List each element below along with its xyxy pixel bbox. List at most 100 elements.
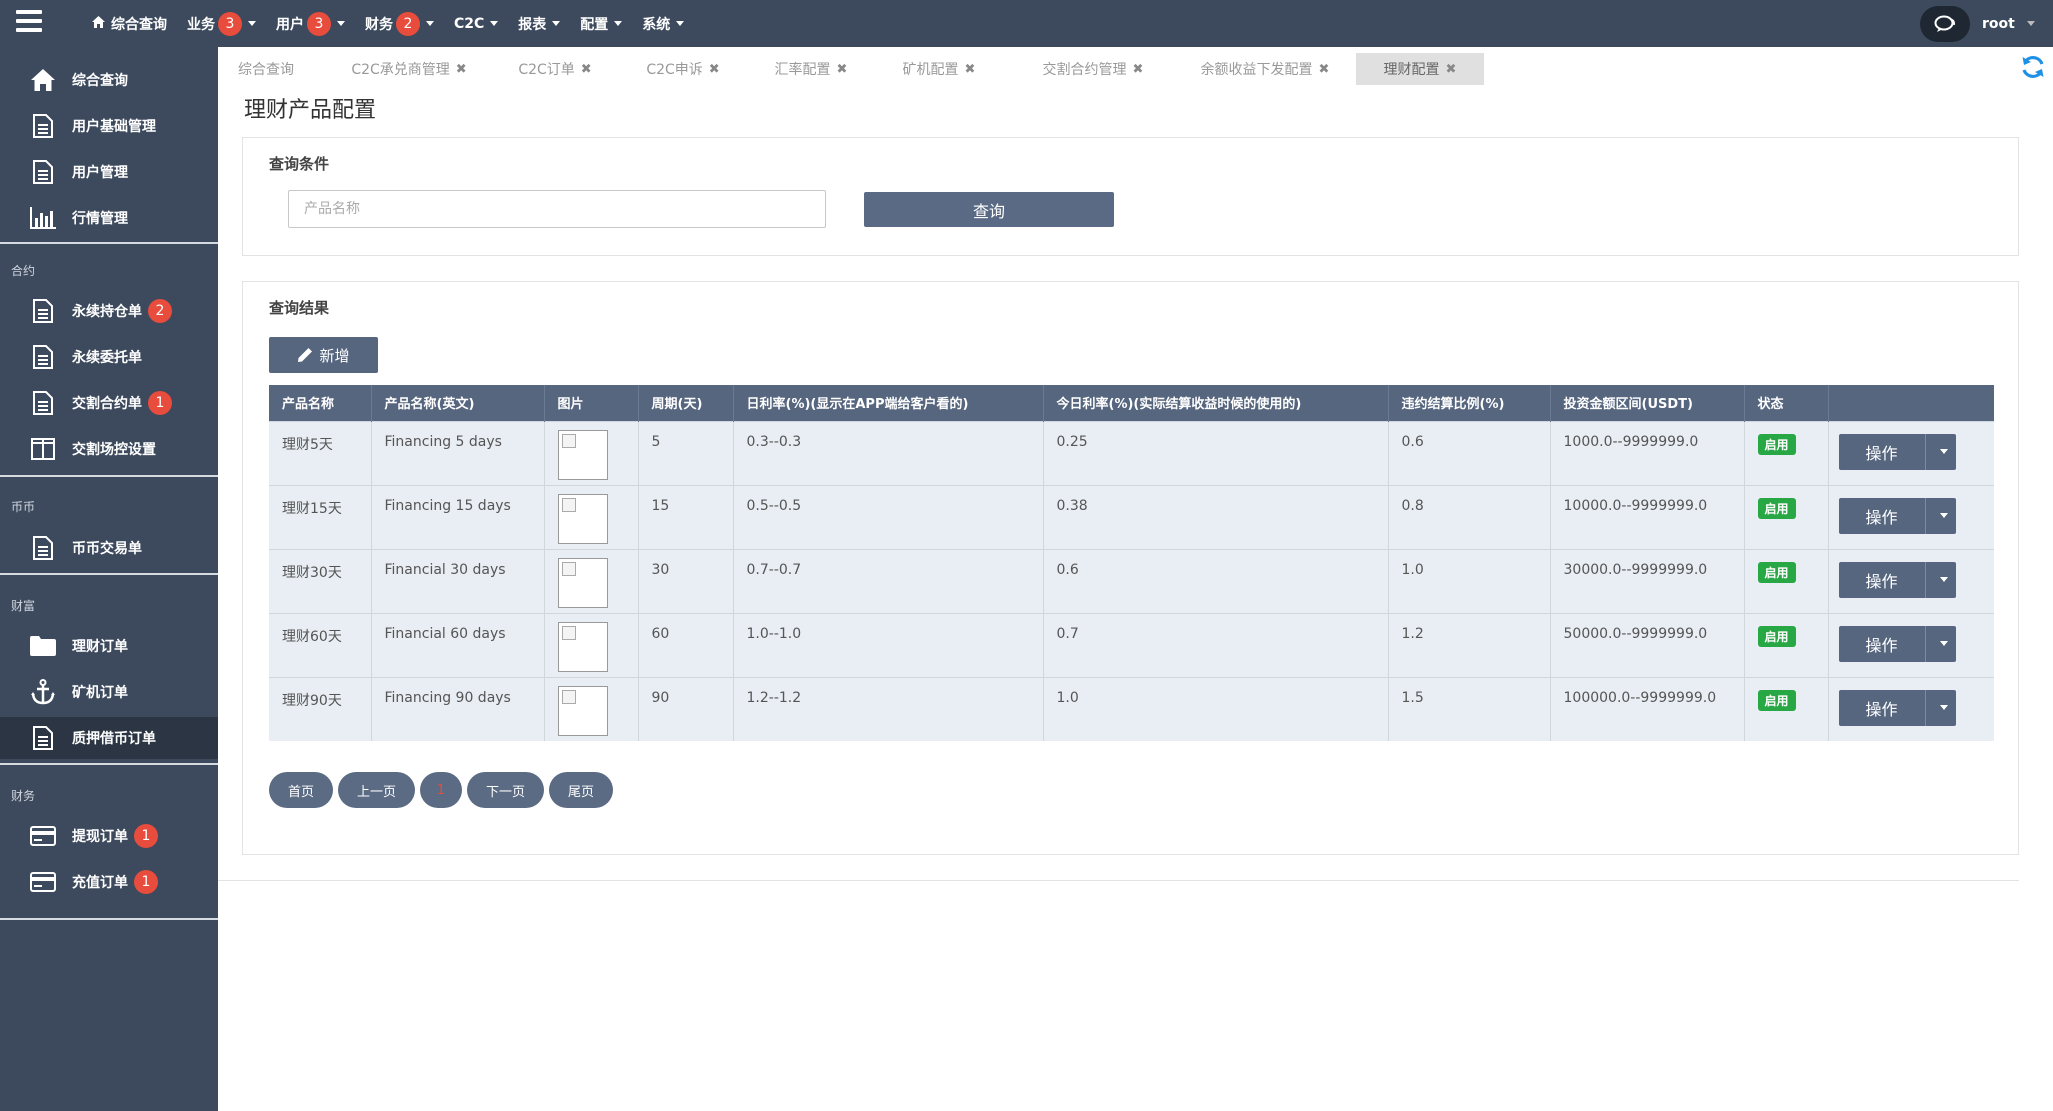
column-header[interactable]: 状态 (1744, 385, 1829, 421)
action-dropdown-toggle[interactable] (1924, 497, 1956, 534)
credit-card-icon (30, 823, 56, 849)
broken-image-icon[interactable] (557, 557, 608, 608)
refresh-icon[interactable] (2020, 54, 2046, 80)
cell-cycle: 90 (638, 676, 734, 741)
sidebar-item-miner-orders[interactable]: 矿机订单 (0, 671, 218, 713)
tab-delivery-contracts[interactable]: 交割合约管理 ✖ (1032, 53, 1154, 85)
menu-toggle-icon[interactable] (16, 10, 42, 32)
close-icon[interactable]: ✖ (1446, 62, 1457, 77)
broken-image-icon[interactable] (557, 685, 608, 736)
sidebar-item-delivery-settings[interactable]: 交割场控设置 (0, 428, 218, 470)
action-button[interactable]: 操作 (1838, 497, 1925, 534)
tab-c2c-orders[interactable]: C2C订单 ✖ (508, 53, 602, 85)
topnav-item-reports[interactable]: 报表 (518, 14, 561, 34)
close-icon[interactable]: ✖ (1319, 62, 1330, 77)
chevron-down-icon (1939, 641, 1948, 646)
tab-exchange-rate[interactable]: 汇率配置 ✖ (764, 53, 858, 85)
status-badge: 启用 (1757, 561, 1796, 583)
cell-cycle: 5 (638, 420, 734, 485)
cell-status: 启用 (1744, 548, 1829, 613)
column-header[interactable]: 今日利率(%)(实际结算收益时候的使用的) (1043, 385, 1389, 421)
column-header[interactable]: 投资金额区间(USDT) (1550, 385, 1745, 421)
action-button[interactable]: 操作 (1838, 689, 1925, 726)
topnav-item-overview[interactable]: 综合查询 (92, 14, 167, 34)
pager-next-button[interactable]: 下一页 (467, 772, 544, 808)
action-dropdown-toggle[interactable] (1924, 433, 1956, 470)
sidebar-divider (0, 475, 218, 477)
sidebar-item-overview[interactable]: 综合查询 (0, 59, 218, 101)
column-header[interactable]: 产品名称 (269, 385, 372, 421)
sidebar-item-users[interactable]: 用户管理 (0, 151, 218, 193)
cell-actions: 操作 (1828, 612, 1994, 677)
close-icon[interactable]: ✖ (581, 62, 592, 77)
column-header[interactable]: 周期(天) (638, 385, 734, 421)
add-button[interactable]: 新增 (269, 337, 378, 373)
cell-daily-rate: 1.2--1.2 (733, 676, 1044, 741)
document-icon (30, 159, 56, 185)
tab-c2c-merchant[interactable]: C2C承兑商管理 ✖ (342, 53, 476, 85)
column-header[interactable]: 产品名称(英文) (371, 385, 545, 421)
topnav-item-c2c[interactable]: C2C (454, 16, 499, 32)
sidebar: 综合查询 用户基础管理 用户管理 行情管理 合约 永续持仓单 2 永续委托单 交割… (0, 47, 218, 1111)
close-icon[interactable]: ✖ (1133, 62, 1144, 77)
action-button[interactable]: 操作 (1838, 561, 1925, 598)
broken-image-icon[interactable] (557, 493, 608, 544)
add-button-label: 新增 (319, 346, 350, 365)
sidebar-item-label: 永续持仓单 (72, 304, 142, 320)
column-header[interactable]: 日利率(%)(显示在APP端给客户看的) (733, 385, 1044, 421)
cell-actions: 操作 (1828, 484, 1994, 549)
broken-image-icon[interactable] (557, 621, 608, 672)
username: root (1982, 15, 2015, 32)
sidebar-item-pledge-orders[interactable]: 质押借币订单 (0, 717, 218, 759)
sidebar-item-perpetual-orders[interactable]: 永续委托单 (0, 336, 218, 378)
tab-c2c-appeals[interactable]: C2C申诉 ✖ (636, 53, 730, 85)
close-icon[interactable]: ✖ (709, 62, 720, 77)
column-header[interactable]: 图片 (544, 385, 639, 421)
sidebar-item-withdraw-orders[interactable]: 提现订单 1 (0, 815, 218, 857)
pagination: 首页 上一页 1 下一页 尾页 (269, 772, 618, 808)
user-menu[interactable]: root (1982, 0, 2035, 47)
sidebar-item-delivery-contracts[interactable]: 交割合约单 1 (0, 382, 218, 424)
broken-image-icon[interactable] (557, 429, 608, 480)
status-badge: 启用 (1757, 625, 1796, 647)
cell-penalty: 0.8 (1388, 484, 1551, 549)
chat-button[interactable] (1920, 6, 1970, 42)
cell-name-en: Financing 90 days (371, 676, 545, 741)
action-dropdown-toggle[interactable] (1924, 561, 1956, 598)
action-dropdown-toggle[interactable] (1924, 689, 1956, 726)
tab-wealth-config[interactable]: 理财配置 ✖ (1356, 53, 1484, 85)
search-button[interactable]: 查询 (864, 192, 1114, 227)
sidebar-item-market[interactable]: 行情管理 (0, 197, 218, 239)
sidebar-item-spot-trades[interactable]: 币币交易单 (0, 527, 218, 569)
sidebar-item-perpetual-positions[interactable]: 永续持仓单 2 (0, 290, 218, 332)
sidebar-item-wealth-orders[interactable]: 理财订单 (0, 625, 218, 667)
tab-balance-yield[interactable]: 余额收益下发配置 ✖ (1190, 53, 1340, 85)
cell-image (544, 612, 639, 677)
pager-current-page[interactable]: 1 (420, 772, 462, 808)
top-nav: 综合查询 业务 3 用户 3 财务 2 C2C 报表 配置 系统 (92, 0, 704, 47)
topnav-item-config[interactable]: 配置 (580, 14, 623, 34)
pager-last-button[interactable]: 尾页 (549, 772, 613, 808)
topnav-item-finance[interactable]: 财务 2 (365, 11, 434, 36)
tab-overview[interactable]: 综合查询 (226, 53, 306, 85)
close-icon[interactable]: ✖ (456, 62, 467, 77)
tab-miner-config[interactable]: 矿机配置 ✖ (892, 53, 986, 85)
action-dropdown-toggle[interactable] (1924, 625, 1956, 662)
topnav-item-system[interactable]: 系统 (642, 14, 685, 34)
pager-first-button[interactable]: 首页 (269, 772, 333, 808)
product-name-search-input[interactable] (288, 190, 826, 228)
pager-prev-button[interactable]: 上一页 (338, 772, 415, 808)
action-button[interactable]: 操作 (1838, 433, 1925, 470)
close-icon[interactable]: ✖ (837, 62, 848, 77)
topnav-item-business[interactable]: 业务 3 (187, 11, 256, 36)
status-badge: 启用 (1757, 689, 1796, 711)
chevron-down-icon (614, 21, 623, 26)
sidebar-item-deposit-orders[interactable]: 充值订单 1 (0, 861, 218, 903)
action-button[interactable]: 操作 (1838, 625, 1925, 662)
close-icon[interactable]: ✖ (965, 62, 976, 77)
column-header[interactable]: 违约结算比例(%) (1388, 385, 1551, 421)
notification-badge: 2 (148, 299, 172, 323)
topnav-item-users[interactable]: 用户 3 (276, 11, 345, 36)
home-icon (92, 15, 105, 32)
sidebar-item-user-basic[interactable]: 用户基础管理 (0, 105, 218, 147)
